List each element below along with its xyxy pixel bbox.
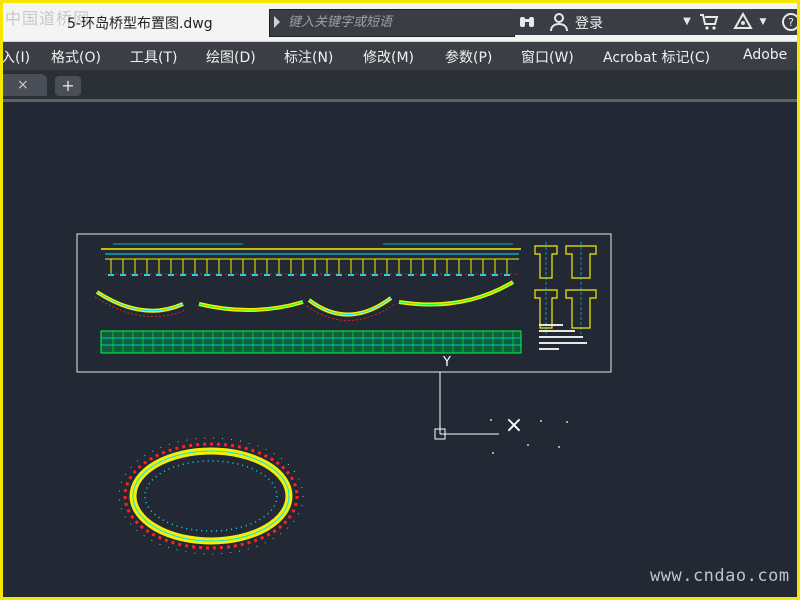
drawing-file-title: 5-环岛桥型布置图.dwg bbox=[67, 16, 213, 32]
bridge-elevation-drawing bbox=[101, 243, 521, 276]
pier-detail-drawings bbox=[534, 242, 597, 334]
warning-dropdown-icon[interactable]: ▼ bbox=[753, 12, 773, 32]
menu-tools[interactable]: 工具(T) bbox=[130, 47, 177, 67]
svg-text:×: × bbox=[505, 413, 523, 438]
title-bar: 中国道桥网 5-环岛桥型布置图.dwg 登录 ▼ ▼ ? bbox=[3, 3, 797, 42]
autocad-window: 中国道桥网 5-环岛桥型布置图.dwg 登录 ▼ ▼ ? bbox=[3, 3, 797, 597]
menu-modify[interactable]: 修改(M) bbox=[363, 47, 414, 67]
bridge-data-table bbox=[100, 330, 522, 354]
drawing-canvas[interactable]: Y × bbox=[3, 102, 797, 597]
ucs-y-label: Y bbox=[442, 355, 451, 370]
dropdown-icon[interactable]: ▼ bbox=[677, 12, 697, 32]
model-space: Y × bbox=[76, 233, 612, 555]
bridge-plan-segments bbox=[94, 280, 515, 321]
menu-parametric[interactable]: 参数(P) bbox=[445, 47, 492, 67]
watermark-bottom: www.cndao.com bbox=[650, 566, 790, 586]
menu-format[interactable]: 格式(O) bbox=[51, 47, 101, 67]
menu-window[interactable]: 窗口(W) bbox=[521, 47, 574, 67]
warning-icon[interactable] bbox=[733, 11, 753, 32]
roundabout-bridge-plan bbox=[118, 437, 304, 555]
user-icon[interactable] bbox=[549, 12, 569, 32]
expand-arrow-icon[interactable] bbox=[274, 16, 280, 28]
binoculars-icon[interactable] bbox=[517, 12, 537, 32]
menu-bar: 入(I) 格式(O) 工具(T) 绘图(D) 标注(N) 修改(M) 参数(P)… bbox=[3, 42, 797, 70]
menu-draw[interactable]: 绘图(D) bbox=[206, 47, 256, 67]
tab-close-icon[interactable]: × bbox=[17, 77, 29, 93]
file-tab-strip: × + bbox=[3, 70, 797, 102]
toolbar-right: 登录 ▼ ▼ ? bbox=[513, 9, 797, 35]
menu-dimension[interactable]: 标注(N) bbox=[284, 47, 333, 67]
login-button[interactable]: 登录 bbox=[575, 13, 603, 33]
help-icon[interactable]: ? bbox=[781, 12, 797, 32]
search-box[interactable] bbox=[269, 9, 515, 37]
new-tab-button[interactable]: + bbox=[55, 76, 81, 96]
cart-icon[interactable] bbox=[699, 12, 719, 32]
menu-adobe[interactable]: Adobe bbox=[743, 47, 787, 63]
svg-text:?: ? bbox=[788, 16, 794, 29]
menu-insert[interactable]: 入(I) bbox=[3, 47, 30, 67]
crosshair-cursor: × bbox=[490, 413, 568, 454]
ucs-icon bbox=[434, 372, 499, 440]
drawing-tab[interactable]: × bbox=[3, 74, 47, 96]
menu-acrobat-markup[interactable]: Acrobat 标记(C) bbox=[603, 47, 710, 67]
search-input[interactable] bbox=[288, 12, 508, 32]
